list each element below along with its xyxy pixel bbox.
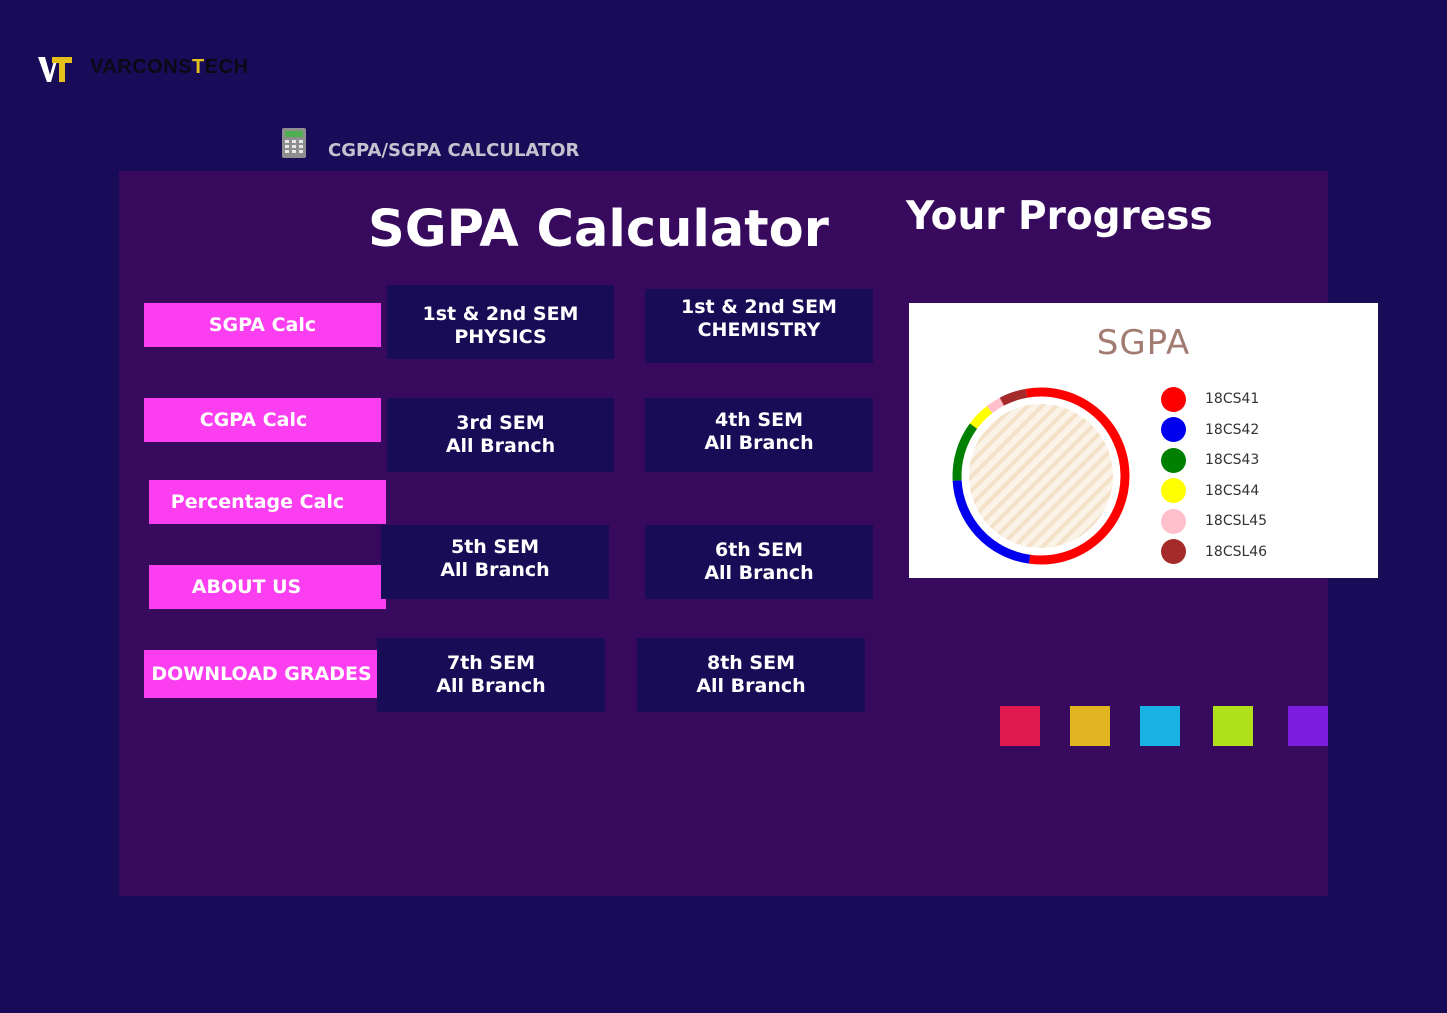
- legend-item-18cs44: 18CS44: [1161, 478, 1259, 504]
- legend-dot: [1161, 508, 1186, 534]
- sem-1-2-chemistry-button[interactable]: 1st & 2nd SEM CHEMISTRY: [645, 289, 873, 363]
- sgpa-chart-card: SGPA 18CS41 18CS42 18CS43 18CS44 18CSL45 18CS…: [909, 303, 1378, 578]
- donut-slice-18csl45: [986, 397, 1004, 414]
- sem-3-button[interactable]: 3rd SEM All Branch: [387, 398, 614, 472]
- legend-label: 18CSL45: [1205, 513, 1268, 529]
- donut-slice-18cs44: [969, 405, 993, 429]
- legend-label: 18CS43: [1205, 452, 1260, 468]
- sgpa-calc-button[interactable]: SGPA Calc: [144, 303, 381, 347]
- legend-dot: [1161, 447, 1186, 473]
- color-swatch[interactable]: [1288, 706, 1328, 746]
- brand-name: VARCONSTECH: [90, 56, 249, 78]
- donut-slice-18csl46: [999, 388, 1028, 406]
- sgpa-donut-chart: [952, 387, 1130, 565]
- legend-item-18cs42: 18CS42: [1161, 417, 1259, 443]
- page-heading: CGPA/SGPA CALCULATOR: [328, 140, 580, 161]
- calculator-icon: [282, 128, 306, 158]
- cgpa-calc-button[interactable]: CGPA Calc: [144, 398, 381, 442]
- sem-8-button[interactable]: 8th SEM All Branch: [637, 638, 865, 712]
- legend-item-18cs43: 18CS43: [1161, 447, 1259, 473]
- legend-dot: [1161, 539, 1186, 564]
- legend-dot: [1161, 478, 1186, 503]
- color-swatch[interactable]: [1070, 706, 1110, 746]
- sem-5-button[interactable]: 5th SEM All Branch: [381, 525, 609, 599]
- varconstech-logo-icon: [38, 57, 72, 82]
- legend-label: 18CS44: [1205, 482, 1260, 499]
- legend-label: 18CS41: [1205, 391, 1260, 407]
- sem-6-button[interactable]: 6th SEM All Branch: [645, 525, 873, 599]
- percentage-calc-button[interactable]: Percentage Calc: [149, 480, 386, 524]
- legend-item-18csl45: 18CSL45: [1161, 508, 1267, 534]
- legend-dot: [1161, 386, 1186, 412]
- sem-1-2-physics-button[interactable]: 1st & 2nd SEM PHYSICS: [387, 285, 614, 359]
- download-grades-button[interactable]: DOWNLOAD GRADES: [144, 650, 379, 698]
- legend-item-18csl46: 18CSL46: [1161, 539, 1267, 565]
- legend-item-18cs41: 18CS41: [1161, 386, 1259, 412]
- about-us-button[interactable]: ABOUT US: [149, 565, 386, 609]
- color-swatch[interactable]: [1140, 706, 1180, 746]
- legend-label: 18CS42: [1205, 421, 1260, 438]
- progress-title: Your Progress: [906, 194, 1213, 239]
- sem-7-button[interactable]: 7th SEM All Branch: [377, 638, 605, 712]
- page-title: SGPA Calculator: [368, 200, 829, 259]
- color-swatch[interactable]: [1213, 706, 1253, 746]
- chart-title: SGPA: [1096, 323, 1191, 363]
- color-swatch[interactable]: [1000, 706, 1040, 746]
- sem-4-button[interactable]: 4th SEM All Branch: [645, 398, 873, 472]
- legend-label: 18CSL46: [1205, 543, 1268, 560]
- legend-dot: [1161, 417, 1186, 442]
